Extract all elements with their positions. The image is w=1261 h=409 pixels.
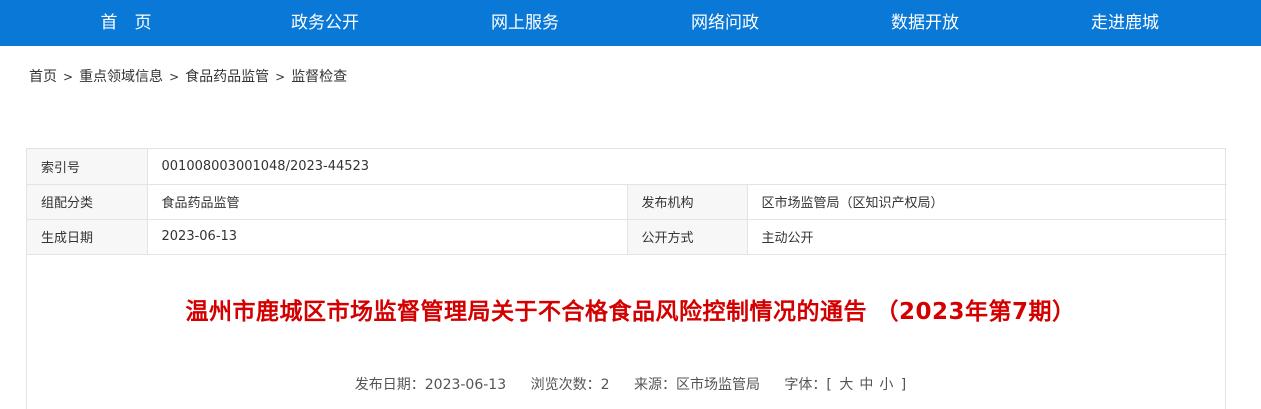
table-row: 组配分类 食品药品监管 发布机构 区市场监管局（区知识产权局） [27,184,1228,220]
index-value: 001008003001048/2023-44523 [146,149,1228,185]
date-label: 生成日期 [27,219,147,255]
publish-date-label: 发布日期： [354,377,425,393]
mode-label: 公开方式 [626,219,747,255]
source: 来源：区市场监管局 [634,377,760,393]
breadcrumb-separator: > [275,70,286,84]
view-count-value: 2 [600,377,610,393]
top-nav: 首 页 政务公开 网上服务 网络问政 数据开放 走进鹿城 [0,0,1261,46]
index-label: 索引号 [27,149,147,185]
publisher-value: 区市场监管局（区知识产权局） [746,184,1228,220]
publish-date: 发布日期：2023-06-13 [355,377,506,393]
nav-home[interactable]: 首 页 [66,0,186,46]
publisher-label: 发布机构 [626,184,747,220]
breadcrumb-food-drug[interactable]: 食品药品监管 [185,69,269,85]
date-value: 2023-06-13 [146,219,627,255]
font-size-small-button[interactable]: 小 [879,377,893,393]
bracket-close: ] [900,377,907,393]
nav-open-data[interactable]: 数据开放 [865,0,985,46]
font-size-control: 字体：[ 大中小 ] [784,377,906,393]
category-label: 组配分类 [27,184,147,220]
breadcrumb-separator: > [169,70,180,84]
metadata-table: 索引号 001008003001048/2023-44523 组配分类 食品药品… [27,149,1228,255]
breadcrumb-home[interactable]: 首页 [29,69,57,85]
publish-date-value: 2023-06-13 [424,377,507,393]
table-row: 索引号 001008003001048/2023-44523 [27,149,1228,185]
font-size-medium-button[interactable]: 中 [859,377,873,393]
view-count: 浏览次数：2 [531,377,610,393]
nav-about-lucheng[interactable]: 走进鹿城 [1065,0,1185,46]
breadcrumb-key-areas[interactable]: 重点领域信息 [79,69,163,85]
font-size-large-button[interactable]: 大 [839,377,853,393]
breadcrumb-separator: > [63,70,74,84]
source-value: 区市场监管局 [675,377,760,393]
breadcrumb: 首页 > 重点领域信息 > 食品药品监管 > 监督检查 [29,66,347,88]
view-count-label: 浏览次数： [530,377,601,393]
bracket-open: [ [826,377,832,393]
breadcrumb-supervision[interactable]: 监督检查 [291,69,347,85]
font-size-label: 字体： [784,377,827,393]
mode-value: 主动公开 [746,219,1228,255]
category-value: 食品药品监管 [146,184,627,220]
article-info: 发布日期：2023-06-13 浏览次数：2 来源：区市场监管局 字体：[ 大中… [0,374,1261,394]
nav-online-inquiry[interactable]: 网络问政 [665,0,785,46]
nav-online-services[interactable]: 网上服务 [465,0,585,46]
nav-government-affairs[interactable]: 政务公开 [265,0,385,46]
source-label: 来源： [633,377,676,393]
table-row: 生成日期 2023-06-13 公开方式 主动公开 [27,219,1228,255]
article-panel: 索引号 001008003001048/2023-44523 组配分类 食品药品… [26,148,1228,409]
article-title: 温州市鹿城区市场监督管理局关于不合格食品风险控制情况的通告 （2023年第7期） [185,299,1076,325]
